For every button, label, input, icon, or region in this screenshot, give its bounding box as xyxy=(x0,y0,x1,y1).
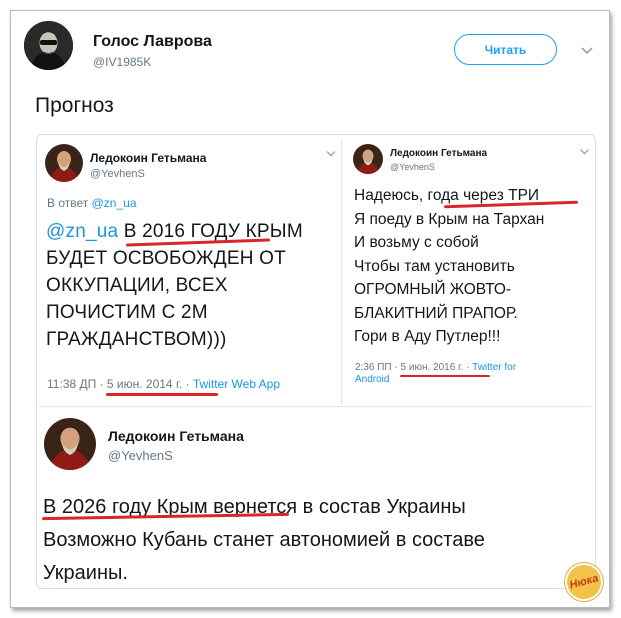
author-handle: @YevhenS xyxy=(90,168,145,180)
tweet-line: Возможно Кубань станет автономией в сост… xyxy=(43,529,485,551)
tweet-text: В 2026 году Крым вернется в состав Украи… xyxy=(43,491,485,590)
tweet-line: ОГРОМНЫЙ ЖОВТО- xyxy=(354,281,512,298)
avatar-image xyxy=(45,144,83,182)
date: 5 июн. 2014 г. xyxy=(106,377,183,391)
chevron-down-icon xyxy=(580,149,589,155)
highlight-underline xyxy=(400,375,490,377)
tweet-line: Я поеду в Крым на Тархан xyxy=(354,210,545,228)
avatar-image xyxy=(353,144,383,174)
follow-button[interactable]: Читать xyxy=(454,34,557,65)
mention: @zn_ua xyxy=(46,221,119,242)
date: 5 июн. 2016 г. xyxy=(400,362,464,373)
highlight-underline xyxy=(106,393,218,396)
tweet-line-text: В 2016 ГОДУ КРЫМ xyxy=(123,221,303,242)
tweet-line: Чтобы там установить xyxy=(354,257,515,275)
chevron-down-icon xyxy=(326,151,336,157)
tweet-line: И возьму с собой xyxy=(354,234,479,251)
tweet-line: ПОЧИСТИМ С 2М xyxy=(46,302,208,323)
tweet-line: Украины. xyxy=(43,562,128,584)
divider xyxy=(38,406,592,407)
tweet-line: БЛАКИТНИЙ ПРАПОР. xyxy=(354,304,518,322)
reply-handle: @zn_ua xyxy=(91,196,137,210)
reply-prefix: В ответ xyxy=(47,196,89,210)
tweet-text: Надеюсь, года через ТРИ Я поеду в Крым н… xyxy=(354,184,544,349)
reply-context: В ответ @zn_ua xyxy=(47,196,137,210)
tweet-line: БУДЕТ ОСВОБОЖДЕН ОТ xyxy=(46,248,286,269)
avatar-image xyxy=(44,418,96,470)
author-name: Ледокоин Гетьмана xyxy=(90,151,207,165)
avatar[interactable] xyxy=(24,21,73,70)
divider xyxy=(341,138,342,406)
author-handle: @YevhenS xyxy=(108,448,173,463)
author-name[interactable]: Голос Лаврова xyxy=(93,33,212,51)
avatar xyxy=(44,418,96,470)
author-name: Ледокоин Гетьмана xyxy=(390,148,488,159)
tweet-timestamp: 2:36 ПП · 5 июн. 2016 г. · Twitter for A… xyxy=(355,362,517,385)
author-name: Ледокоин Гетьмана xyxy=(108,428,244,444)
avatar-image xyxy=(24,21,73,70)
tweet-line: ГРАЖДАНСТВОМ))) xyxy=(46,329,227,350)
source: Twitter for xyxy=(472,362,517,373)
tweet-line: Гори в Аду Путлер!!! xyxy=(354,328,501,345)
time: 11:38 ДП xyxy=(47,377,97,391)
tweet-line: В 2026 году Крым вернется в состав Украи… xyxy=(43,496,466,518)
tweet-text: Прогноз xyxy=(35,94,114,117)
tweet-line: ОККУПАЦИИ, ВСЕХ xyxy=(46,275,228,296)
author-handle[interactable]: @IV1985K xyxy=(93,55,151,69)
chevron-down-icon[interactable] xyxy=(580,46,594,56)
tweet-timestamp: 11:38 ДП · 5 июн. 2014 г. · Twitter Web … xyxy=(47,377,281,391)
time: 2:36 ПП xyxy=(355,362,392,373)
avatar xyxy=(353,144,383,174)
author-handle: @YevhenS xyxy=(390,162,435,172)
source: Twitter Web App xyxy=(192,377,281,391)
avatar xyxy=(45,144,83,182)
